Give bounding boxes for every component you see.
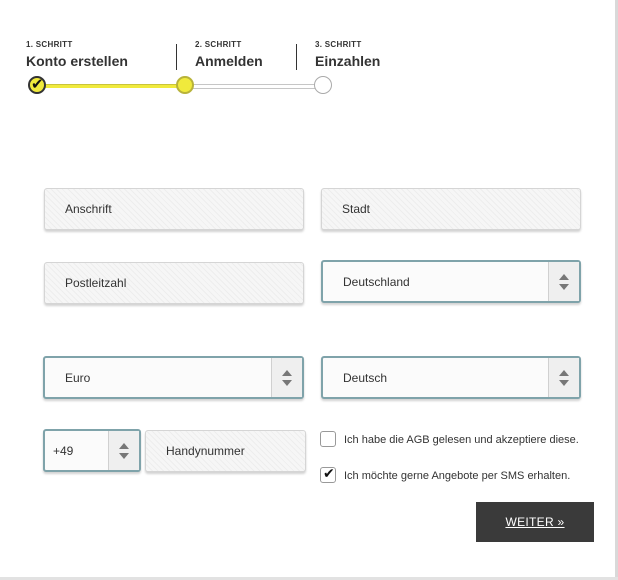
terms-label: Ich habe die AGB gelesen und akzeptiere … — [344, 434, 579, 446]
address-placeholder: Anschrift — [65, 202, 112, 216]
country-value: Deutschland — [343, 274, 410, 289]
step-1: 1. SCHRITT Konto erstellen — [26, 40, 128, 69]
city-input[interactable]: Stadt — [321, 188, 581, 230]
next-button[interactable]: WEITER » — [476, 502, 594, 542]
step-2: 2. SCHRITT Anmelden — [195, 40, 263, 69]
phone-prefix-select[interactable]: +49 — [43, 429, 141, 472]
step-divider — [296, 44, 297, 70]
postcode-input[interactable]: Postleitzahl — [44, 262, 304, 304]
step-divider — [176, 44, 177, 70]
terms-consent: Ich habe die AGB gelesen und akzeptiere … — [320, 431, 580, 463]
language-select[interactable]: Deutsch — [321, 356, 581, 399]
checkmark-icon: ✔ — [323, 465, 335, 481]
sms-consent: ✔ Ich möchte gerne Angebote per SMS erha… — [320, 465, 600, 485]
select-arrows-icon[interactable] — [271, 358, 302, 397]
progress-remaining — [186, 84, 323, 89]
step-3: 3. SCHRITT Einzahlen — [315, 40, 380, 69]
select-arrows-icon[interactable] — [548, 262, 579, 301]
progress-filled — [36, 84, 186, 88]
mobile-number-placeholder: Handynummer — [166, 444, 245, 458]
sms-checkbox[interactable]: ✔ — [320, 465, 336, 483]
city-placeholder: Stadt — [342, 202, 371, 216]
sms-label: Ich möchte gerne Angebote per SMS erhalt… — [344, 470, 571, 482]
step-1-title: Konto erstellen — [26, 53, 128, 69]
step-2-number: 2. SCHRITT — [195, 40, 242, 49]
phone-prefix-value: +49 — [53, 443, 74, 458]
step-2-title: Anmelden — [195, 53, 263, 69]
postcode-placeholder: Postleitzahl — [65, 276, 127, 290]
mobile-number-input[interactable]: Handynummer — [145, 430, 306, 472]
select-arrows-icon[interactable] — [548, 358, 579, 397]
currency-select[interactable]: Euro — [43, 356, 304, 399]
checkmark-icon: ✔ — [31, 76, 44, 93]
language-value: Deutsch — [343, 370, 388, 385]
step-3-pending-dot — [314, 76, 332, 94]
step-1-complete-dot: ✔ — [28, 76, 46, 94]
country-select[interactable]: Deutschland — [321, 260, 581, 303]
select-arrows-icon[interactable] — [108, 431, 139, 470]
step-2-current-dot — [176, 76, 194, 94]
currency-value: Euro — [65, 370, 91, 385]
step-1-number: 1. SCHRITT — [26, 40, 73, 49]
step-3-title: Einzahlen — [315, 53, 381, 69]
step-3-number: 3. SCHRITT — [315, 40, 362, 49]
terms-checkbox[interactable] — [320, 431, 336, 447]
address-input[interactable]: Anschrift — [44, 188, 304, 230]
